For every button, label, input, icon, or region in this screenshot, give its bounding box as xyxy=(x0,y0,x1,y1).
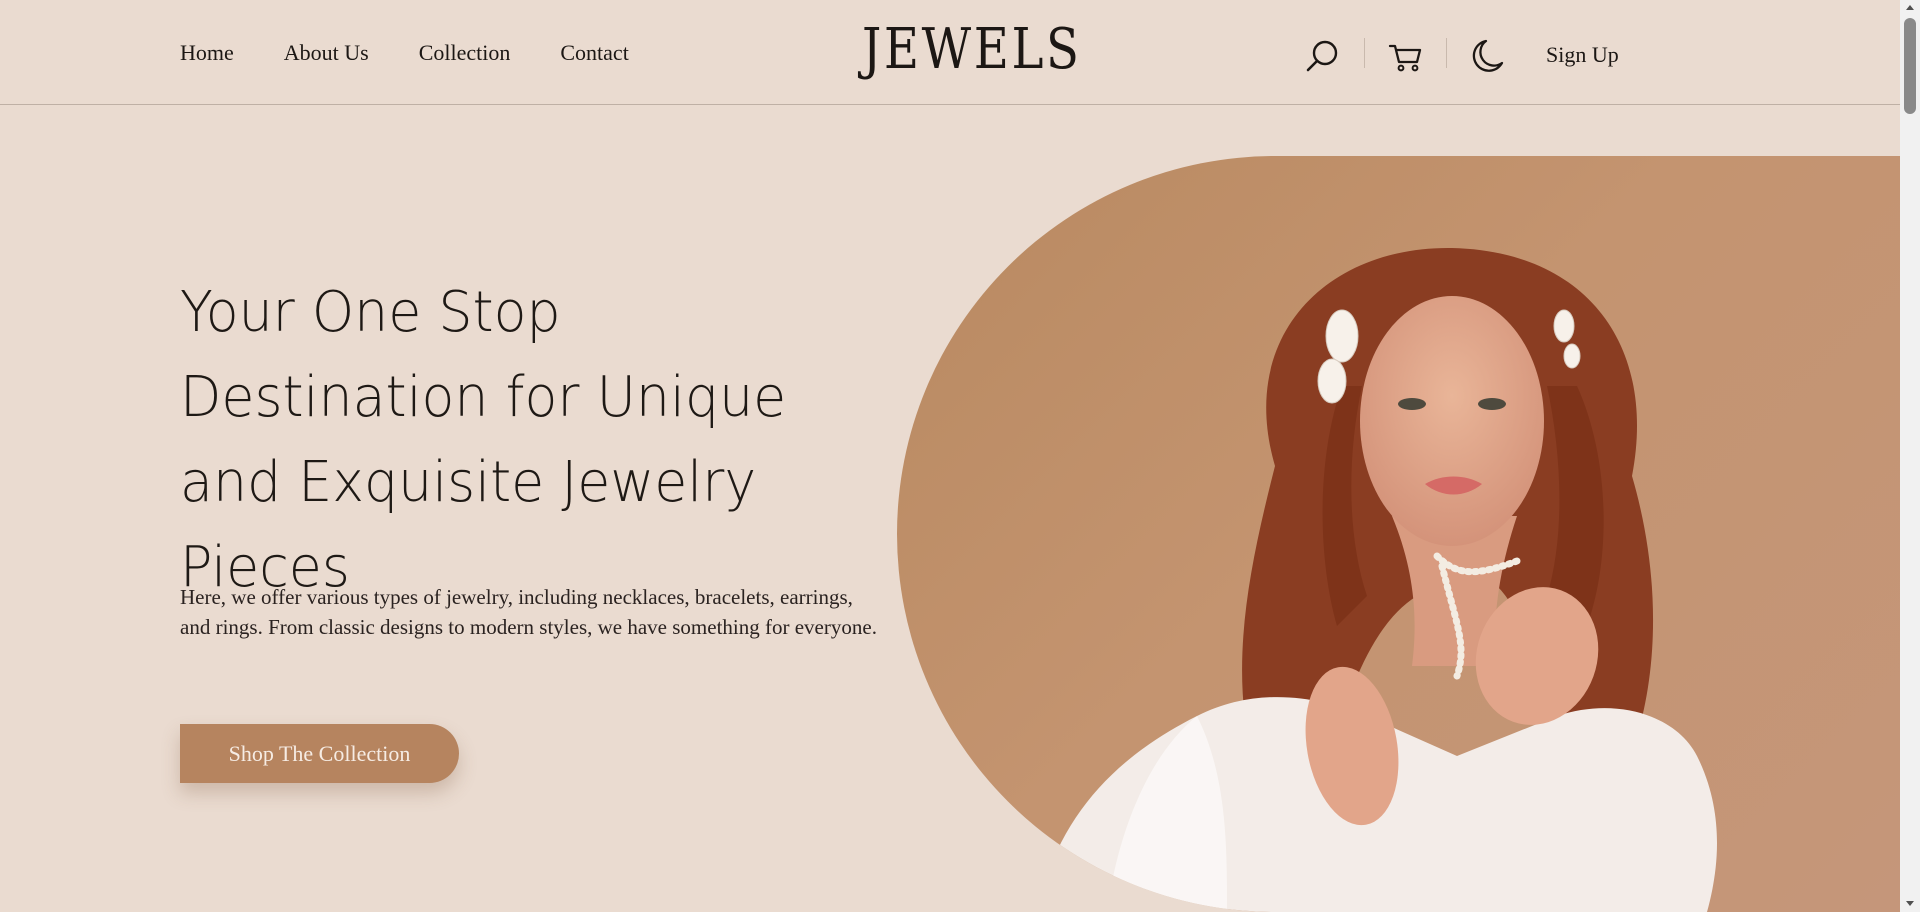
shop-collection-button[interactable]: Shop The Collection xyxy=(180,724,459,783)
nav-about-us[interactable]: About Us xyxy=(284,40,369,66)
nav-home[interactable]: Home xyxy=(180,40,234,66)
nav-contact[interactable]: Contact xyxy=(560,40,628,66)
nav-collection[interactable]: Collection xyxy=(419,40,511,66)
page: Home About Us Collection Contact JEWELS xyxy=(0,0,1900,912)
brand-logo[interactable]: JEWELS xyxy=(862,16,1079,84)
moon-icon xyxy=(1472,39,1504,72)
scroll-down-arrow[interactable] xyxy=(1900,896,1920,912)
site-header: Home About Us Collection Contact JEWELS xyxy=(0,0,1900,105)
cart-button[interactable] xyxy=(1386,36,1426,76)
scroll-up-arrow[interactable] xyxy=(1900,0,1920,16)
header-divider xyxy=(1364,38,1365,68)
hero-description: Here, we offer various types of jewelry,… xyxy=(180,585,877,639)
scrollbar-thumb[interactable] xyxy=(1904,18,1916,114)
cart-icon xyxy=(1388,44,1422,72)
search-icon xyxy=(1306,40,1338,72)
header-divider xyxy=(1446,38,1447,68)
model-photo-illustration xyxy=(1037,247,1717,912)
hero-title: Your One Stop Destination for Unique and… xyxy=(180,280,787,600)
hero-image xyxy=(897,156,1900,912)
search-button[interactable] xyxy=(1303,36,1343,76)
sign-up-link[interactable]: Sign Up xyxy=(1546,42,1619,68)
theme-toggle-button[interactable] xyxy=(1468,36,1508,76)
main-nav: Home About Us Collection Contact xyxy=(180,40,629,66)
vertical-scrollbar[interactable] xyxy=(1900,0,1920,912)
